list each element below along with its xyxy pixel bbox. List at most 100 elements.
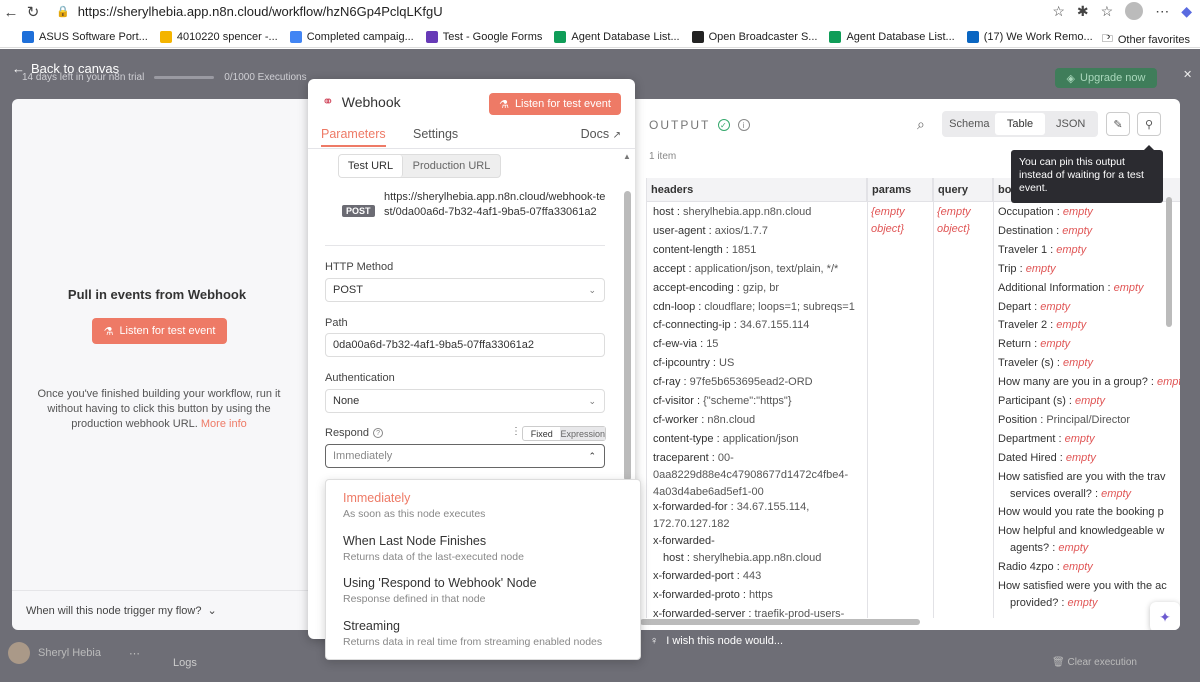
respond-option-description: Response defined in that node bbox=[343, 593, 486, 605]
respond-option[interactable]: When Last Node Finishes Returns data of t… bbox=[343, 534, 524, 563]
body-entry: Depart : empty bbox=[998, 300, 1071, 313]
feedback-link[interactable]: ♀ I wish this node would... bbox=[650, 635, 783, 647]
node-title[interactable]: Webhook bbox=[342, 94, 401, 110]
scroll-up-arrow-icon[interactable]: ▲ bbox=[623, 152, 631, 161]
body-entry: How many are you in a group? : empty bbox=[998, 376, 1180, 389]
node-tabs: Parameters Settings Docs ↗ bbox=[308, 125, 635, 149]
test-url-tab[interactable]: Test URL bbox=[339, 155, 403, 177]
lock-icon: 🔒 bbox=[56, 5, 70, 18]
view-schema-tab[interactable]: Schema bbox=[944, 113, 995, 135]
clear-execution-button[interactable]: 🗑 Clear execution bbox=[1052, 657, 1137, 668]
expression-option[interactable]: Expression bbox=[560, 427, 605, 440]
ai-assistant-button[interactable]: ✦ bbox=[1150, 602, 1180, 630]
respond-option[interactable]: Using 'Respond to Webhook' Node Response … bbox=[343, 576, 537, 605]
bookmark-item[interactable]: ASUS Software Port... bbox=[22, 30, 148, 43]
bookmark-item[interactable]: Completed campaig... bbox=[289, 30, 414, 43]
help-icon[interactable]: ? bbox=[373, 428, 384, 439]
more-info-link[interactable]: More info bbox=[201, 418, 247, 430]
body-entry: Department : empty bbox=[998, 433, 1095, 445]
header-entry: cf-ipcountry : US bbox=[653, 357, 735, 370]
pin-tooltip: You can pin this output instead of waiti… bbox=[1011, 145, 1163, 203]
pin-output-button[interactable]: ⚲ bbox=[1137, 112, 1161, 136]
header-entry: cf-worker : n8n.cloud bbox=[653, 413, 756, 426]
bookmarks-bar: ASUS Software Port... 4010220 spencer -..… bbox=[0, 26, 1200, 48]
upgrade-button[interactable]: ◈ Upgrade now bbox=[1055, 68, 1157, 88]
options-dots-icon[interactable]: ⋮ bbox=[511, 426, 521, 437]
dots-icon[interactable]: ⋯ bbox=[129, 647, 140, 660]
respond-select[interactable]: Immediately ⌃ bbox=[325, 444, 605, 468]
header-entry: traceparent : 00- bbox=[653, 452, 734, 464]
bookmark-item[interactable]: (17) We Work Remo... bbox=[966, 30, 1093, 43]
path-label: Path bbox=[325, 317, 348, 329]
tab-parameters[interactable]: Parameters bbox=[321, 127, 386, 147]
view-json-tab[interactable]: JSON bbox=[1045, 113, 1096, 135]
header-entry: content-length : 1851 bbox=[653, 243, 757, 256]
respond-option-description: Returns data of the last-executed node bbox=[343, 550, 524, 563]
respond-option[interactable]: Immediately As soon as this node executes bbox=[343, 491, 485, 520]
bookmark-favicon-icon bbox=[22, 30, 34, 43]
info-icon[interactable]: i bbox=[738, 119, 751, 131]
bookmark-item[interactable]: 4010220 spencer -... bbox=[159, 30, 278, 43]
respond-option-label: When Last Node Finishes bbox=[343, 533, 487, 548]
extensions-icon[interactable]: ✱ bbox=[1077, 3, 1089, 20]
header-entry: accept-encoding : gzip, br bbox=[653, 281, 779, 294]
production-url-tab[interactable]: Production URL bbox=[403, 155, 500, 177]
star-icon[interactable]: ☆ bbox=[1052, 3, 1065, 20]
fixed-option[interactable]: Fixed bbox=[523, 427, 560, 440]
view-table-tab[interactable]: Table bbox=[994, 113, 1046, 135]
output-title: OUTPUT ✓ i bbox=[649, 118, 751, 132]
chevron-down-icon: ⌄ bbox=[588, 395, 596, 406]
horizontal-scrollbar[interactable] bbox=[640, 619, 920, 625]
bookmark-list: ASUS Software Port... 4010220 spencer -..… bbox=[22, 30, 1105, 43]
webhook-url[interactable]: https://sherylhebia.app.n8n.cloud/webhoo… bbox=[384, 190, 608, 220]
bookmark-item[interactable]: Agent Database List... bbox=[829, 30, 955, 43]
edit-output-button[interactable]: ✎ bbox=[1106, 112, 1130, 136]
http-method-label: HTTP Method bbox=[325, 261, 394, 273]
copilot-icon[interactable]: ◆ bbox=[1181, 3, 1192, 20]
reload-icon[interactable]: ↻ bbox=[22, 3, 44, 21]
bookmark-favicon-icon bbox=[289, 30, 302, 43]
bookmark-item[interactable]: Test - Google Forms bbox=[425, 30, 542, 43]
vertical-scrollbar[interactable] bbox=[1166, 197, 1172, 327]
more-icon[interactable]: ⋯ bbox=[1155, 3, 1169, 20]
url-text: https://sherylhebia.app.n8n.cloud/workfl… bbox=[77, 3, 443, 19]
other-favorites[interactable]: 🗀 Other favorites bbox=[1102, 30, 1190, 49]
method-badge: POST bbox=[342, 205, 375, 217]
docs-link[interactable]: Docs ↗ bbox=[581, 127, 621, 141]
user-menu[interactable]: Sheryl Hebia ⋯ bbox=[8, 642, 140, 664]
body-entry: Additional Information : empty bbox=[998, 281, 1144, 294]
external-link-icon: ↗ bbox=[612, 130, 621, 141]
bookmark-item[interactable]: Agent Database List... bbox=[554, 30, 680, 43]
pin-icon: ⚲ bbox=[1144, 118, 1154, 131]
respond-option-label: Immediately bbox=[343, 491, 411, 505]
header-entry: host : sherylhebia.app.n8n.cloud bbox=[653, 206, 812, 218]
trigger-help-toggle[interactable]: When will this node trigger my flow? ⌄ bbox=[12, 590, 314, 630]
body-entry: Occupation : empty bbox=[998, 206, 1093, 218]
search-icon[interactable]: ⌕ bbox=[917, 116, 925, 133]
logs-label[interactable]: Logs bbox=[173, 657, 197, 669]
fixed-expression-toggle: Fixed Expression bbox=[522, 426, 606, 441]
http-method-select[interactable]: POST ⌄ bbox=[325, 278, 605, 302]
chevron-down-icon: ⌄ bbox=[588, 284, 596, 295]
back-to-canvas-link[interactable]: ← Back to canvas bbox=[12, 61, 119, 76]
path-input[interactable]: 0da00a6d-7b32-4af1-9ba5-07ffa33061a2 bbox=[325, 333, 605, 357]
bookmark-item[interactable]: Open Broadcaster S... bbox=[691, 30, 818, 43]
body-entry: Traveler 2 : empty bbox=[998, 319, 1087, 332]
item-count: 1 item bbox=[649, 151, 677, 162]
bookmark-label: Open Broadcaster S... bbox=[708, 30, 818, 43]
url-field[interactable]: 🔒 https://sherylhebia.app.n8n.cloud/work… bbox=[56, 0, 1036, 22]
authentication-select[interactable]: None ⌄ bbox=[325, 389, 605, 413]
tab-settings[interactable]: Settings bbox=[413, 127, 458, 141]
listen-test-event-button[interactable]: ⚗ Listen for test event bbox=[489, 93, 621, 115]
respond-option[interactable]: Streaming Returns data in real time from … bbox=[343, 619, 602, 648]
listen-test-event-button-left[interactable]: ⚗ Listen for test event bbox=[92, 318, 227, 344]
header-entry: x-forwarded-port : 443 bbox=[653, 570, 762, 582]
parameters-scrollbar[interactable] bbox=[624, 191, 631, 481]
lightbulb-icon: ♀ bbox=[650, 635, 659, 647]
favorites-icon[interactable]: ☆ bbox=[1101, 3, 1114, 20]
back-arrow-icon[interactable]: ← bbox=[0, 4, 22, 21]
body-entry: services overall? : empty bbox=[1010, 488, 1132, 500]
profile-avatar[interactable] bbox=[1125, 2, 1144, 20]
close-icon[interactable]: ✕ bbox=[1183, 68, 1192, 81]
pencil-icon: ✎ bbox=[1113, 118, 1123, 131]
